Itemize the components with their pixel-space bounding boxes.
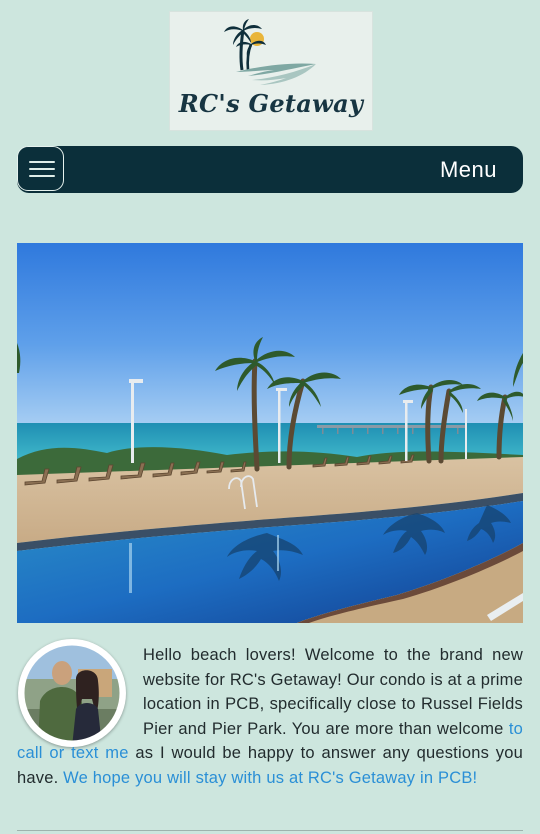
hamburger-bar: [29, 168, 55, 170]
hamburger-icon[interactable]: [17, 146, 64, 191]
logo-wordmark: RC's Getaway: [178, 89, 364, 118]
hamburger-bar: [29, 175, 55, 177]
site-logo[interactable]: RC's Getaway: [169, 11, 373, 131]
beach-pool-photo: [17, 243, 523, 623]
closing-link[interactable]: We hope you will stay with us at RC's Ge…: [63, 769, 477, 787]
section-divider: [17, 830, 523, 831]
intro-paragraph: Hello beach lovers! Welcome to the brand…: [17, 643, 523, 790]
intro-text: Hello beach lovers! Welcome to the brand…: [143, 646, 523, 738]
avatar-spacer: [17, 643, 135, 741]
hero-image: [17, 243, 523, 623]
hamburger-bar: [29, 161, 55, 163]
top-navbar: Menu: [17, 146, 523, 193]
menu-button[interactable]: Menu: [440, 157, 497, 183]
